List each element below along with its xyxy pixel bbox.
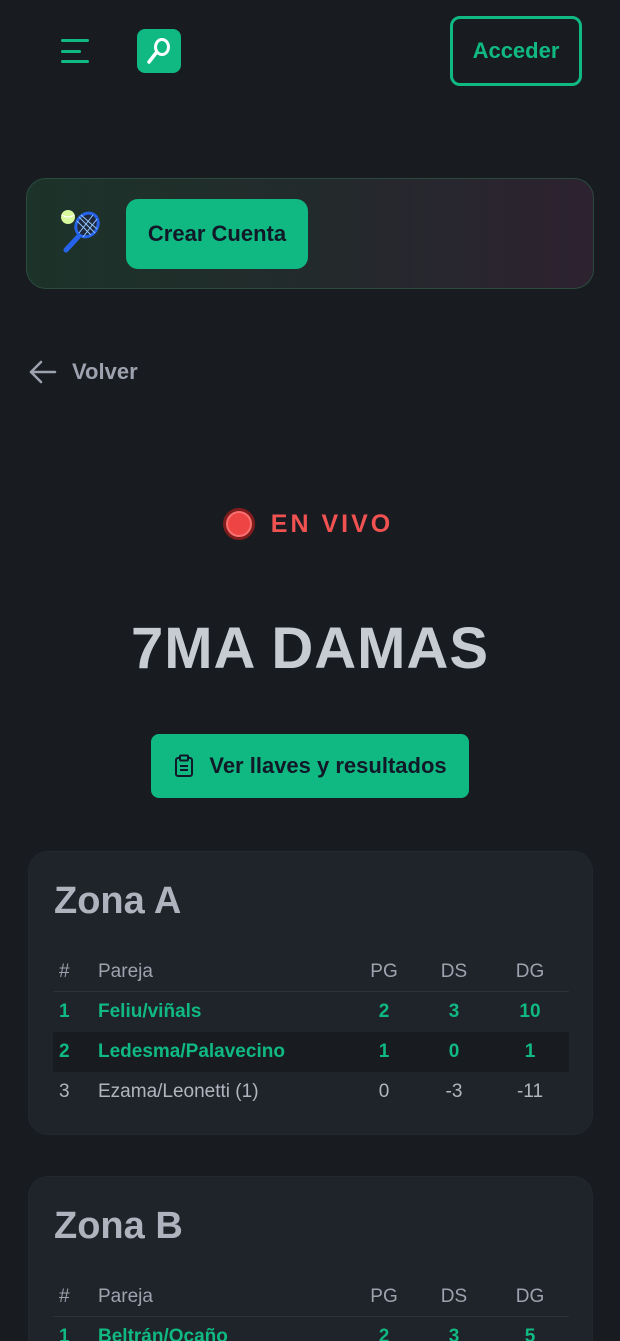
back-label: Volver [72, 359, 138, 384]
col-dg: DG [515, 961, 545, 982]
zone-title: Zona A [54, 880, 182, 922]
cell-pg: 2 [378, 1001, 390, 1022]
cell-ds: 3 [448, 1326, 460, 1341]
padel-racket-icon[interactable] [137, 29, 181, 73]
hamburger-menu-icon[interactable] [58, 34, 94, 68]
view-brackets-label: Ver llaves y resultados [209, 753, 447, 778]
table-row: 2 Ledesma/Palavecino 1 0 1 [53, 1032, 569, 1072]
page-title: 7MA DAMAS [130, 616, 490, 681]
create-account-button[interactable]: Crear Cuenta [126, 199, 308, 269]
live-dot-icon [222, 508, 255, 540]
col-pg: PG [370, 1286, 398, 1307]
col-dg: DG [515, 1286, 545, 1307]
cell-pg: 2 [378, 1326, 390, 1341]
cell-ds: -3 [445, 1081, 463, 1102]
cell-dg: 10 [519, 1001, 541, 1022]
col-ds: DS [440, 1286, 468, 1307]
login-button[interactable]: Acceder [450, 16, 582, 86]
live-label: EN VIVO [270, 509, 394, 538]
view-brackets-button[interactable]: Ver llaves y resultados [151, 734, 469, 798]
live-indicator: EN VIVO [0, 502, 620, 546]
cell-dg: 1 [524, 1041, 536, 1062]
arrow-left-icon [29, 360, 57, 384]
cell-ds: 3 [448, 1001, 460, 1022]
table-row: 1 Beltrán/Ocaño 2 3 5 [53, 1317, 569, 1341]
cell-rank: 2 [59, 1041, 70, 1062]
table-header: # Pareja PG DS DG [53, 1277, 569, 1317]
zone-title: Zona B [54, 1205, 183, 1247]
standings-table: # Pareja PG DS DG 1 Beltrán/Ocaño 2 3 5 [53, 1277, 569, 1341]
cell-dg: 5 [524, 1326, 536, 1341]
top-header: Acceder [0, 0, 620, 100]
zone-card-a: Zona A # Pareja PG DS DG 1 Feliu/viñals … [28, 851, 593, 1135]
cell-rank: 3 [59, 1081, 70, 1102]
cell-rank: 1 [59, 1326, 70, 1341]
promo-banner: Crear Cuenta [26, 178, 594, 289]
col-rank: # [59, 1286, 70, 1307]
col-team: Pareja [98, 961, 153, 982]
col-team: Pareja [98, 1286, 153, 1307]
back-link[interactable]: Volver [28, 352, 138, 392]
tennis-racket-ball-icon [59, 207, 107, 255]
table-row: 3 Ezama/Leonetti (1) 0 -3 -11 [53, 1072, 569, 1112]
cell-rank: 1 [59, 1001, 70, 1022]
cell-team: Beltrán/Ocaño [98, 1326, 228, 1341]
zone-card-b: Zona B # Pareja PG DS DG 1 Beltrán/Ocaño… [28, 1176, 593, 1341]
table-row: 1 Feliu/viñals 2 3 10 [53, 992, 569, 1032]
cell-dg: -11 [516, 1081, 544, 1102]
col-ds: DS [440, 961, 468, 982]
cell-ds: 0 [448, 1041, 460, 1062]
cell-team: Ezama/Leonetti (1) [98, 1081, 259, 1102]
cell-team: Ledesma/Palavecino [98, 1041, 285, 1062]
col-rank: # [59, 961, 70, 982]
col-pg: PG [370, 961, 398, 982]
cell-team: Feliu/viñals [98, 1001, 202, 1022]
cell-pg: 0 [378, 1081, 390, 1102]
clipboard-icon [175, 754, 194, 777]
standings-table: # Pareja PG DS DG 1 Feliu/viñals 2 3 10 … [53, 952, 569, 1112]
cell-pg: 1 [378, 1041, 390, 1062]
table-header: # Pareja PG DS DG [53, 952, 569, 992]
